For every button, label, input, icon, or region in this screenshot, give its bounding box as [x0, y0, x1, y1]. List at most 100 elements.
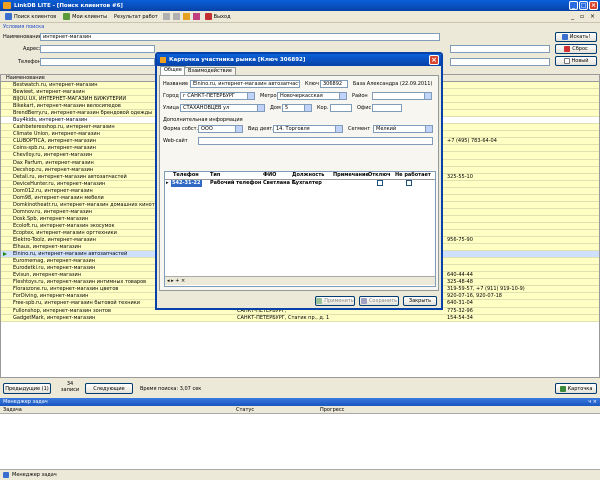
- mdi-window-controls[interactable]: _ ▫ ×: [571, 13, 597, 20]
- base-info: База Александра (22.09.2011): [353, 81, 433, 87]
- korp-input[interactable]: [330, 104, 352, 112]
- reset-button[interactable]: Сброс: [555, 44, 597, 54]
- toolbar: Поиск клиентов Мои клиенты Результат раб…: [0, 11, 600, 23]
- record-count: 34 записи: [60, 381, 80, 393]
- current-row-arrow-icon: [3, 252, 7, 257]
- city-select[interactable]: г САНКТ-ПЕТЕРБУРГ: [180, 92, 255, 100]
- participant-card-dialog: Карточка участника рынка [Ключ 306892] ×…: [155, 52, 443, 310]
- col-task: Задача: [3, 407, 22, 413]
- address-label: Адрес:: [23, 46, 41, 52]
- new-doc-icon: [563, 58, 570, 64]
- status-bar: Менеджер задач: [0, 469, 600, 480]
- house-select[interactable]: 5: [282, 104, 312, 112]
- form-select[interactable]: ООО: [198, 125, 243, 133]
- office-label: Офис: [357, 105, 372, 111]
- metro-select[interactable]: Новочеркасская: [277, 92, 347, 100]
- metro-label: Метро: [260, 93, 277, 99]
- row-name: Floraszone.ru, интернет-магазин цветов: [13, 286, 119, 293]
- prev-button[interactable]: Предыдущие (1): [3, 383, 51, 394]
- phone-label: Телефон:: [18, 59, 43, 65]
- exit-icon: [204, 13, 212, 20]
- minimize-button[interactable]: _: [569, 1, 578, 10]
- close-dialog-button[interactable]: Закрыть: [403, 296, 437, 306]
- col-not-working: Не работает: [395, 172, 431, 178]
- col-type: Тип: [210, 172, 221, 178]
- row-name: BIJOU.UX, ИНТЕРНЕТ-МАГАЗИН БИЖУТЕРИИ: [13, 96, 127, 103]
- menu-search-clients[interactable]: Поиск клиентов: [3, 13, 58, 20]
- not-working-checkbox[interactable]: [406, 180, 412, 186]
- col-progress: Прогресс: [320, 407, 345, 413]
- activity-select[interactable]: 14. Торговля: [273, 125, 343, 133]
- tools-icon[interactable]: [182, 13, 190, 20]
- copy-icon[interactable]: [172, 13, 180, 20]
- row-name: Eurodetki.ru, интернет-магазин: [13, 265, 96, 272]
- segment-select[interactable]: Мелкий: [373, 125, 433, 133]
- city-label: Город: [163, 93, 179, 99]
- address-input[interactable]: [40, 45, 155, 53]
- menu-exit[interactable]: Выход: [203, 13, 233, 20]
- search-time: Время поиска: 3,07 сек: [140, 386, 202, 392]
- menu-work-results[interactable]: Результат работ: [112, 14, 160, 20]
- apply-icon: [316, 298, 323, 304]
- row-name: Domkinotheatr.ru, интернет-магазин домаш…: [13, 201, 173, 208]
- contact-position[interactable]: Бухгалтер: [292, 180, 322, 187]
- col-position: Должность: [292, 172, 325, 178]
- new-button[interactable]: Новый: [555, 56, 597, 66]
- row-phone: +7 (495) 783-64-04: [447, 138, 497, 145]
- task-manager-caption: Менеджер задач ч ×: [0, 398, 600, 406]
- close-button[interactable]: ×: [589, 1, 598, 10]
- row-name: Dom98, интернет-магазин мебели: [13, 194, 104, 201]
- extra-info-label: Дополнительная информация: [163, 117, 243, 123]
- col-note: Примечание: [333, 172, 369, 178]
- disabled-checkbox[interactable]: [377, 180, 383, 186]
- next-button[interactable]: Следующие: [85, 383, 133, 394]
- name-label: Наименование:: [3, 34, 44, 40]
- row-name: Dosk.Spb, интернет-магазин: [13, 215, 89, 222]
- maximize-button[interactable]: □: [579, 1, 588, 10]
- heart-icon[interactable]: [192, 13, 200, 20]
- row-name: Elektro-Toolz, интернет-магазин: [13, 237, 96, 244]
- row-name: Bewieet, интернет-магазин: [13, 89, 85, 96]
- print-icon[interactable]: [162, 13, 170, 20]
- reset-icon: [564, 46, 571, 52]
- row-name: Coins-spb.ru, интернет-магазин: [13, 145, 96, 152]
- col-phone: Телефон: [173, 172, 199, 178]
- row-phone: 319-59-57, +7 (911) 919-10-9): [447, 286, 525, 293]
- address-extra-input[interactable]: [450, 45, 550, 53]
- office-input[interactable]: [372, 104, 402, 112]
- row-phone: 325-48-48: [447, 279, 473, 286]
- row-phone: 640-31-04: [447, 300, 473, 307]
- card-button[interactable]: Карточка: [555, 383, 597, 394]
- contacts-table: Телефон Тип ФИО Должность Примечание Отк…: [164, 171, 436, 287]
- web-label: Web-сайт: [163, 138, 188, 144]
- dialog-close-button[interactable]: ×: [429, 55, 439, 65]
- tab-interaction[interactable]: Взаимодействие: [184, 67, 236, 75]
- street-select[interactable]: СТАХАНОВЦЕВ ул: [180, 104, 265, 112]
- row-name: Evisun, интернет-магазин: [13, 272, 82, 279]
- contacts-navigator[interactable]: ◂ ▸ + ×: [165, 276, 435, 285]
- contact-phone[interactable]: 542-31-22: [171, 180, 202, 187]
- save-button[interactable]: Сохранить: [359, 296, 399, 306]
- phone-extra-input[interactable]: [450, 58, 550, 66]
- row-name: Fullonshop, интернет-магазин зонтов: [13, 307, 111, 314]
- row-name: Dax Parfum, интернет-магазин: [13, 159, 94, 166]
- menu-my-clients[interactable]: Мои клиенты: [61, 13, 109, 20]
- clients-icon: [63, 13, 71, 20]
- tab-general[interactable]: Общее: [160, 66, 186, 75]
- table-row[interactable]: GadgetMark, интернет-магазин САНКТ-ПЕТЕРБ…: [1, 314, 599, 322]
- row-phone: 956-75-90: [447, 237, 473, 244]
- task-manager-close[interactable]: ч ×: [588, 398, 597, 406]
- apply-button[interactable]: Применить: [315, 296, 355, 306]
- row-name: Climate Union, интернет-магазин: [13, 131, 100, 138]
- row-name: CLUBOPTICA, интернет-магазин: [13, 138, 97, 145]
- name-input[interactable]: интернет-магазин: [40, 33, 440, 41]
- card-name-label: Название: [163, 81, 189, 87]
- status-tab-task-manager[interactable]: Менеджер задач: [12, 472, 57, 478]
- district-select[interactable]: [372, 92, 432, 100]
- phone-input[interactable]: [40, 58, 155, 66]
- find-button[interactable]: Искать!: [555, 32, 597, 42]
- contact-type[interactable]: Рабочий телефон: [210, 180, 261, 187]
- web-input[interactable]: [198, 137, 433, 145]
- card-name-input[interactable]: Elnino.ru, интернет-магазин автозапчасте…: [190, 80, 300, 88]
- segment-label: Сегмент: [348, 126, 371, 132]
